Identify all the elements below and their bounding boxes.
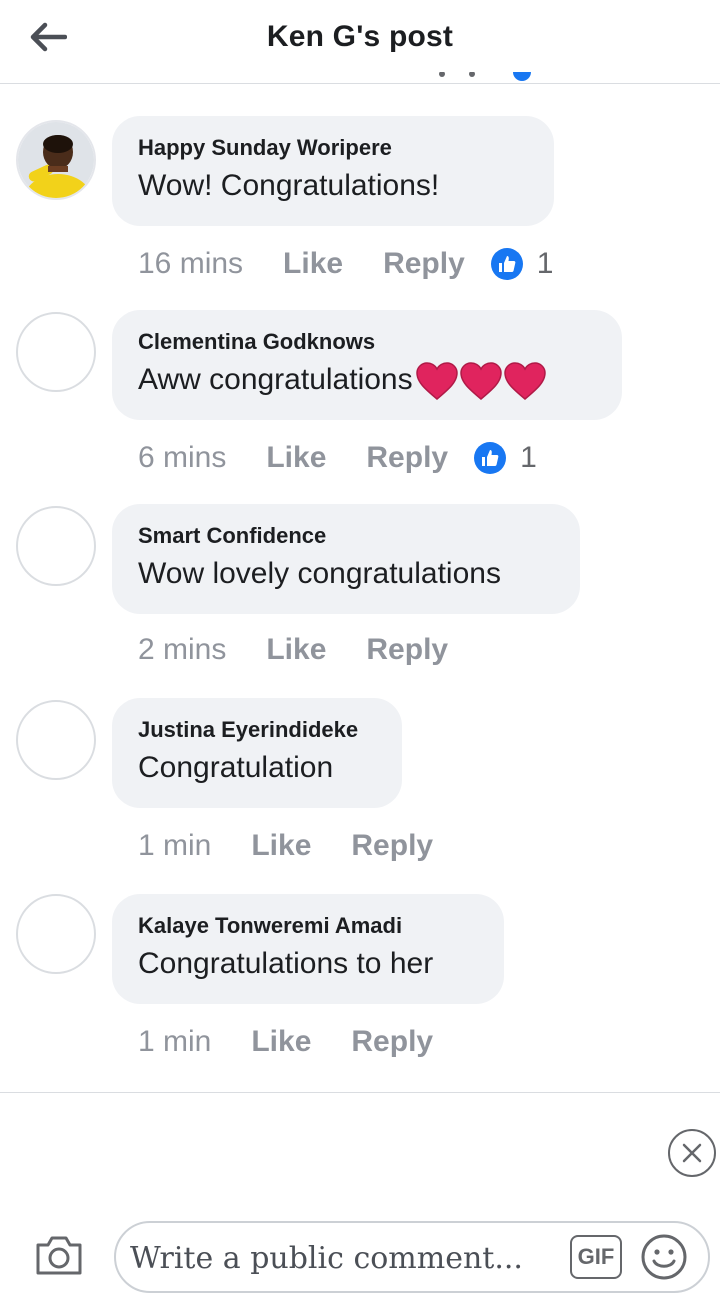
avatar[interactable] [16, 506, 96, 586]
like-button[interactable]: Like [251, 1025, 311, 1059]
comment-time[interactable]: 1 min [138, 829, 211, 863]
comment-text: Wow! Congratulations! [138, 169, 440, 202]
smiley-icon [641, 1234, 687, 1280]
comment-time[interactable]: 6 mins [138, 441, 226, 475]
comment-author[interactable]: Justina Eyerindideke [138, 716, 376, 744]
comment-time[interactable]: 1 min [138, 1025, 211, 1059]
like-button[interactable]: Like [266, 633, 326, 667]
comment-actions: 2 mins Like Reply [138, 630, 488, 670]
red-heart-icon [503, 362, 546, 401]
comment-author[interactable]: Clementina Godknows [138, 328, 596, 356]
thumbs-up-icon [490, 248, 523, 280]
comment-text: Congratulations to her [138, 947, 434, 980]
app-header: Ken G's post [0, 0, 720, 84]
comment-actions: 6 mins Like Reply 1 [138, 438, 537, 478]
thumbs-up-icon [474, 442, 507, 474]
comment-text-content: Aww congratulations [138, 363, 413, 396]
comment-bubble: Happy Sunday Woripere Wow! Congratulatio… [112, 116, 554, 226]
close-button[interactable] [668, 1129, 716, 1177]
profile-photo [18, 122, 94, 198]
like-button[interactable]: Like [283, 247, 343, 281]
reply-button[interactable]: Reply [351, 1025, 433, 1059]
comment-author[interactable]: Smart Confidence [138, 522, 554, 550]
comment-actions: 1 min Like Reply [138, 826, 473, 866]
comment-actions: 1 min Like Reply [138, 1022, 473, 1062]
reply-button[interactable]: Reply [351, 829, 433, 863]
comment-bubble: Clementina Godknows Aww congratulations [112, 310, 622, 420]
heart-emojis [415, 361, 547, 401]
comment-text: Wow lovely congratulations [138, 557, 501, 590]
like-button[interactable]: Like [251, 829, 311, 863]
emoji-button[interactable] [640, 1233, 688, 1281]
scrolled-content-peek [430, 72, 540, 92]
comment-author[interactable]: Kalaye Tonweremi Amadi [138, 912, 478, 940]
red-heart-icon [459, 362, 502, 401]
camera-button[interactable] [34, 1233, 84, 1277]
avatar[interactable] [16, 120, 96, 200]
like-button[interactable]: Like [266, 441, 326, 475]
avatar[interactable] [16, 700, 96, 780]
comment-actions: 16 mins Like Reply 1 [138, 244, 553, 284]
reaction-count: 1 [520, 441, 537, 474]
comment-bubble: Smart Confidence Wow lovely congratulati… [112, 504, 580, 614]
gif-button[interactable]: GIF [570, 1235, 622, 1279]
comment-input-container: GIF [114, 1221, 710, 1293]
avatar[interactable] [16, 894, 96, 974]
close-circle-icon [682, 1143, 702, 1163]
red-heart-icon [415, 362, 458, 401]
comment-input[interactable] [130, 1231, 560, 1285]
reply-button[interactable]: Reply [366, 441, 448, 475]
reaction-summary[interactable]: 1 [490, 247, 554, 281]
comment-text: Aww congratulations [138, 360, 596, 401]
reaction-summary[interactable]: 1 [474, 441, 537, 475]
post-comments-screen: Ken G's post Happy Sunday Woripere Wow! … [0, 0, 720, 1296]
comment-time[interactable]: 2 mins [138, 633, 226, 667]
comment-composer: GIF [0, 1092, 720, 1296]
comment-bubble: Justina Eyerindideke Congratulation [112, 698, 402, 808]
page-title: Ken G's post [266, 20, 454, 53]
reply-button[interactable]: Reply [383, 247, 465, 281]
avatar[interactable] [16, 312, 96, 392]
comment-text: Congratulation [138, 751, 334, 784]
reaction-count: 1 [536, 247, 554, 280]
comment-author[interactable]: Happy Sunday Woripere [138, 134, 528, 162]
reply-button[interactable]: Reply [366, 633, 448, 667]
comment-time[interactable]: 16 mins [138, 247, 243, 281]
comment-bubble: Kalaye Tonweremi Amadi Congratulations t… [112, 894, 504, 1004]
camera-icon [36, 1236, 82, 1275]
